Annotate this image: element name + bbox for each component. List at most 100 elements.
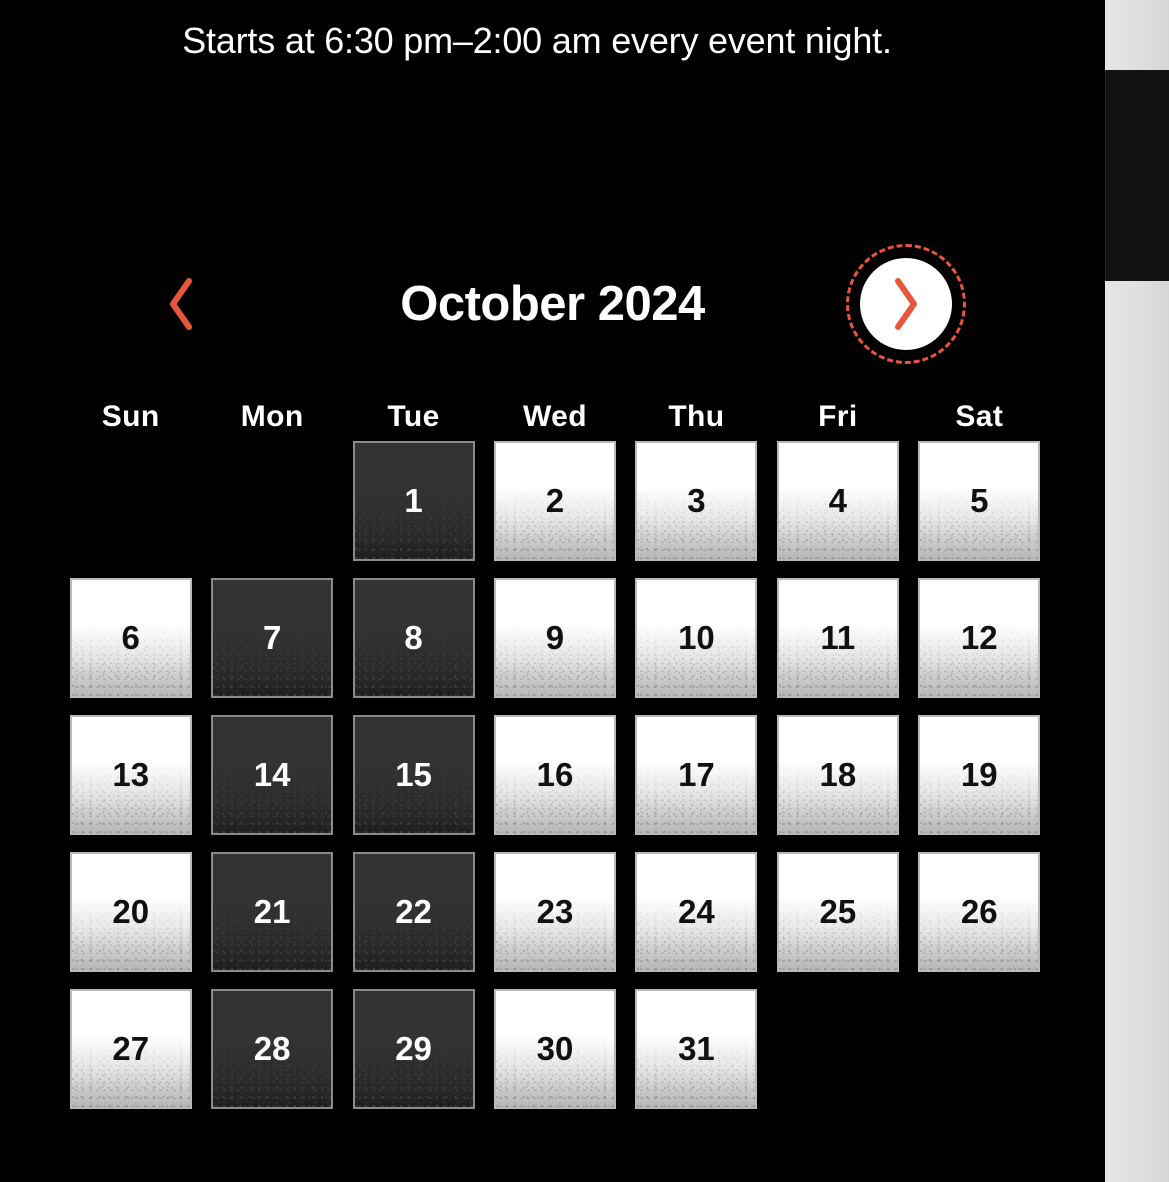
cell-speckle-texture xyxy=(354,624,473,696)
day-slot: 3 xyxy=(626,441,767,578)
day-number: 16 xyxy=(536,756,574,793)
calendar-nav-header: October 2024 xyxy=(60,244,1045,364)
day-slot: 21 xyxy=(201,852,342,989)
day-number: 27 xyxy=(112,1030,150,1067)
day-number: 2 xyxy=(545,482,565,519)
day-cell-17[interactable]: 17 xyxy=(635,715,758,835)
day-cell-3[interactable]: 3 xyxy=(635,441,758,561)
cell-speckle-texture xyxy=(213,761,332,833)
cell-grain-texture xyxy=(637,487,756,559)
cell-grain-texture xyxy=(213,898,332,970)
day-cell-6[interactable]: 6 xyxy=(69,578,192,698)
day-number: 5 xyxy=(970,482,989,519)
day-cell-1: 1 xyxy=(352,441,475,561)
cell-grain-texture xyxy=(920,898,1039,970)
day-cell-28: 28 xyxy=(211,989,334,1109)
empty-day-slot xyxy=(201,441,342,578)
day-number: 25 xyxy=(819,893,857,930)
day-number: 18 xyxy=(819,756,857,793)
cell-speckle-texture xyxy=(637,1035,756,1107)
cell-grain-texture xyxy=(71,761,190,833)
cell-grain-texture xyxy=(920,487,1039,559)
day-cell-27[interactable]: 27 xyxy=(69,989,192,1109)
day-cell-20[interactable]: 20 xyxy=(69,852,192,972)
day-number: 12 xyxy=(960,619,998,656)
day-number: 9 xyxy=(545,619,565,656)
cell-speckle-texture xyxy=(495,487,614,559)
day-slot: 23 xyxy=(484,852,625,989)
day-slot: 19 xyxy=(909,715,1050,852)
weekday-header-row: Sun Mon Tue Wed Thu Fri Sat xyxy=(60,400,1050,434)
day-cell-31[interactable]: 31 xyxy=(635,989,758,1109)
day-cell-29: 29 xyxy=(352,989,475,1109)
page-edge-dark-block xyxy=(1105,70,1169,281)
cell-speckle-texture xyxy=(920,487,1039,559)
day-cell-15: 15 xyxy=(352,715,475,835)
cell-grain-texture xyxy=(213,624,332,696)
day-slot: 24 xyxy=(626,852,767,989)
weekday-label-mon: Mon xyxy=(240,400,304,433)
day-cell-25[interactable]: 25 xyxy=(776,852,899,972)
day-cell-23[interactable]: 23 xyxy=(493,852,616,972)
cell-grain-texture xyxy=(495,487,614,559)
day-slot: 8 xyxy=(343,578,484,715)
day-cell-22: 22 xyxy=(352,852,475,972)
day-number: 7 xyxy=(262,619,282,656)
day-number: 15 xyxy=(395,756,432,793)
page-root: Starts at 6:30 pm–2:00 am every event ni… xyxy=(0,0,1169,1182)
day-cell-30[interactable]: 30 xyxy=(493,989,616,1109)
day-number: 26 xyxy=(960,893,998,930)
cell-speckle-texture xyxy=(637,624,756,696)
day-cell-26[interactable]: 26 xyxy=(918,852,1041,972)
cell-grain-texture xyxy=(637,624,756,696)
cell-speckle-texture xyxy=(920,624,1039,696)
day-slot: 5 xyxy=(909,441,1050,578)
day-number: 19 xyxy=(960,756,998,793)
next-month-button[interactable] xyxy=(846,244,966,364)
day-cell-13[interactable]: 13 xyxy=(69,715,192,835)
cell-grain-texture xyxy=(637,898,756,970)
day-slot: 17 xyxy=(626,715,767,852)
cell-speckle-texture xyxy=(71,761,190,833)
weekday-label-tue: Tue xyxy=(387,400,440,433)
cell-speckle-texture xyxy=(354,898,473,970)
day-cell-10[interactable]: 10 xyxy=(635,578,758,698)
page-edge-strip-bottom xyxy=(1105,281,1169,1182)
day-number: 14 xyxy=(253,756,291,793)
cell-speckle-texture xyxy=(354,487,473,559)
weekday-label-sun: Sun xyxy=(101,400,160,433)
cell-speckle-texture xyxy=(778,761,897,833)
cell-speckle-texture xyxy=(71,898,190,970)
day-cell-11[interactable]: 11 xyxy=(776,578,899,698)
day-cell-19[interactable]: 19 xyxy=(918,715,1041,835)
day-cell-4[interactable]: 4 xyxy=(776,441,899,561)
day-number: 6 xyxy=(121,619,140,656)
day-cell-14: 14 xyxy=(211,715,334,835)
day-cell-2[interactable]: 2 xyxy=(493,441,616,561)
day-number: 29 xyxy=(395,1030,432,1067)
day-slot: 22 xyxy=(343,852,484,989)
day-slot: 31 xyxy=(626,989,767,1126)
day-slot: 4 xyxy=(767,441,908,578)
cell-speckle-texture xyxy=(495,898,614,970)
cell-speckle-texture xyxy=(778,898,897,970)
day-slot: 16 xyxy=(484,715,625,852)
weekday-label-sat: Sat xyxy=(955,400,1004,433)
cell-speckle-texture xyxy=(213,624,332,696)
day-number: 3 xyxy=(687,482,706,519)
day-cell-24[interactable]: 24 xyxy=(635,852,758,972)
day-cell-18[interactable]: 18 xyxy=(776,715,899,835)
day-number: 31 xyxy=(678,1030,715,1067)
day-number: 28 xyxy=(253,1030,291,1067)
day-cell-16[interactable]: 16 xyxy=(493,715,616,835)
weekday-label-wed: Wed xyxy=(523,400,587,433)
day-cell-12[interactable]: 12 xyxy=(918,578,1041,698)
cell-speckle-texture xyxy=(920,898,1039,970)
day-cell-5[interactable]: 5 xyxy=(918,441,1041,561)
day-slot: 9 xyxy=(484,578,625,715)
cell-speckle-texture xyxy=(778,487,897,559)
day-cell-9[interactable]: 9 xyxy=(493,578,616,698)
cell-speckle-texture xyxy=(71,624,190,696)
day-slot: 11 xyxy=(767,578,908,715)
day-slot: 2 xyxy=(484,441,625,578)
